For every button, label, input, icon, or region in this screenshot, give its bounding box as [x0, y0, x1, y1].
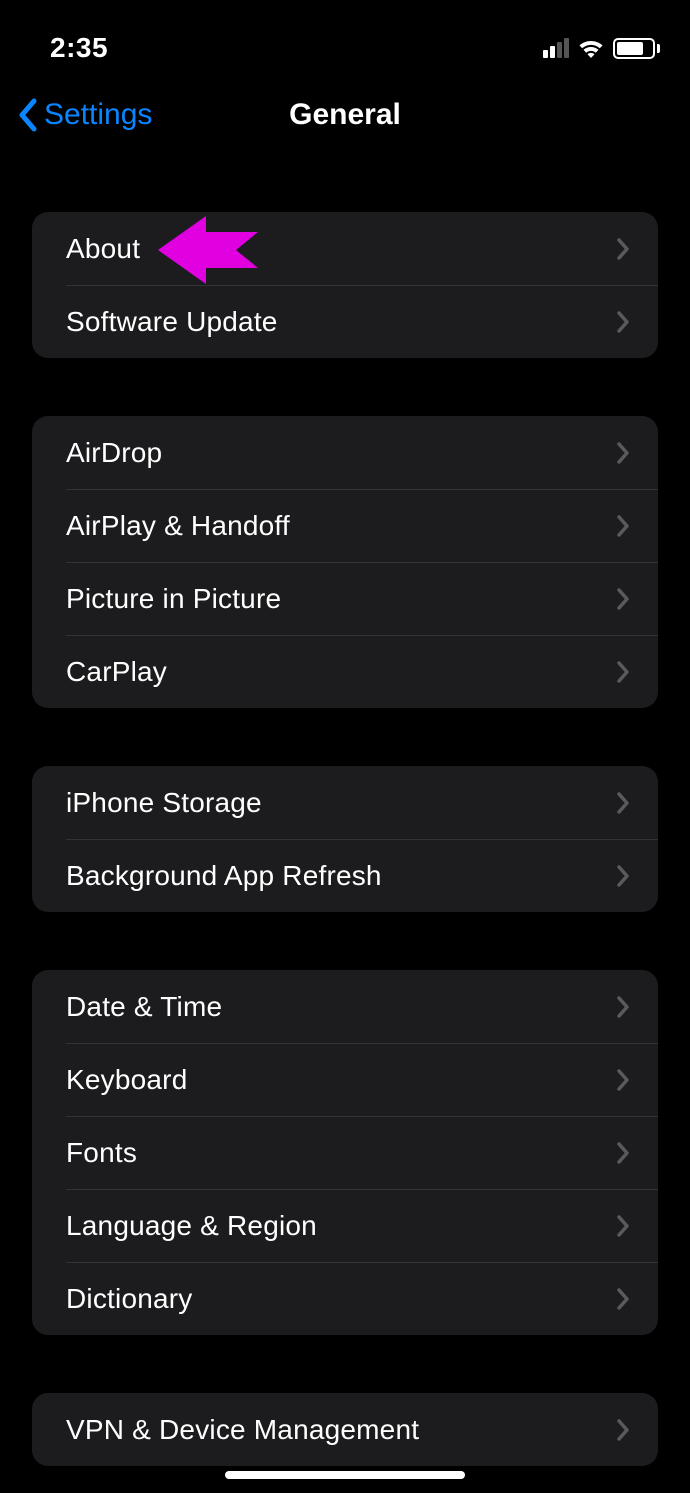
row-picture-in-picture[interactable]: Picture in Picture	[32, 562, 658, 635]
status-time: 2:35	[50, 32, 108, 64]
settings-group: About Software Update	[32, 212, 658, 358]
row-background-app-refresh[interactable]: Background App Refresh	[32, 839, 658, 912]
settings-group: iPhone Storage Background App Refresh	[32, 766, 658, 912]
chevron-right-icon	[616, 1068, 630, 1092]
chevron-right-icon	[616, 237, 630, 261]
chevron-right-icon	[616, 864, 630, 888]
row-about[interactable]: About	[32, 212, 658, 285]
row-label: AirDrop	[66, 437, 162, 469]
status-bar: 2:35	[0, 0, 690, 70]
row-label: AirPlay & Handoff	[66, 510, 290, 542]
row-iphone-storage[interactable]: iPhone Storage	[32, 766, 658, 839]
row-label: Software Update	[66, 306, 278, 338]
chevron-right-icon	[616, 1418, 630, 1442]
row-software-update[interactable]: Software Update	[32, 285, 658, 358]
row-fonts[interactable]: Fonts	[32, 1116, 658, 1189]
settings-group: VPN & Device Management	[32, 1393, 658, 1466]
row-label: Fonts	[66, 1137, 137, 1169]
row-label: iPhone Storage	[66, 787, 262, 819]
chevron-right-icon	[616, 1287, 630, 1311]
row-airplay-handoff[interactable]: AirPlay & Handoff	[32, 489, 658, 562]
chevron-right-icon	[616, 514, 630, 538]
row-airdrop[interactable]: AirDrop	[32, 416, 658, 489]
chevron-right-icon	[616, 441, 630, 465]
settings-list: About Software Update AirDrop AirPlay & Han…	[0, 212, 690, 1466]
chevron-right-icon	[616, 1141, 630, 1165]
row-label: Background App Refresh	[66, 860, 382, 892]
row-date-time[interactable]: Date & Time	[32, 970, 658, 1043]
row-label: CarPlay	[66, 656, 167, 688]
settings-group: Date & Time Keyboard Fonts Language & Regio…	[32, 970, 658, 1335]
chevron-right-icon	[616, 995, 630, 1019]
back-button[interactable]: Settings	[0, 98, 152, 132]
back-label: Settings	[44, 98, 152, 132]
chevron-left-icon	[18, 98, 38, 132]
row-label: VPN & Device Management	[66, 1414, 419, 1446]
wifi-icon	[577, 38, 605, 59]
row-label: Language & Region	[66, 1210, 317, 1242]
nav-bar: Settings General	[0, 80, 690, 150]
chevron-right-icon	[616, 310, 630, 334]
row-label: Date & Time	[66, 991, 222, 1023]
row-carplay[interactable]: CarPlay	[32, 635, 658, 708]
row-label: Keyboard	[66, 1064, 187, 1096]
chevron-right-icon	[616, 587, 630, 611]
battery-icon	[613, 38, 660, 59]
row-label: About	[66, 233, 140, 265]
row-language-region[interactable]: Language & Region	[32, 1189, 658, 1262]
status-icons	[543, 38, 660, 59]
row-vpn-device-management[interactable]: VPN & Device Management	[32, 1393, 658, 1466]
row-label: Dictionary	[66, 1283, 192, 1315]
row-keyboard[interactable]: Keyboard	[32, 1043, 658, 1116]
chevron-right-icon	[616, 1214, 630, 1238]
row-label: Picture in Picture	[66, 583, 281, 615]
home-indicator	[225, 1471, 465, 1479]
cellular-icon	[543, 38, 569, 58]
chevron-right-icon	[616, 791, 630, 815]
chevron-right-icon	[616, 660, 630, 684]
row-dictionary[interactable]: Dictionary	[32, 1262, 658, 1335]
settings-group: AirDrop AirPlay & Handoff Picture in Pictu…	[32, 416, 658, 708]
